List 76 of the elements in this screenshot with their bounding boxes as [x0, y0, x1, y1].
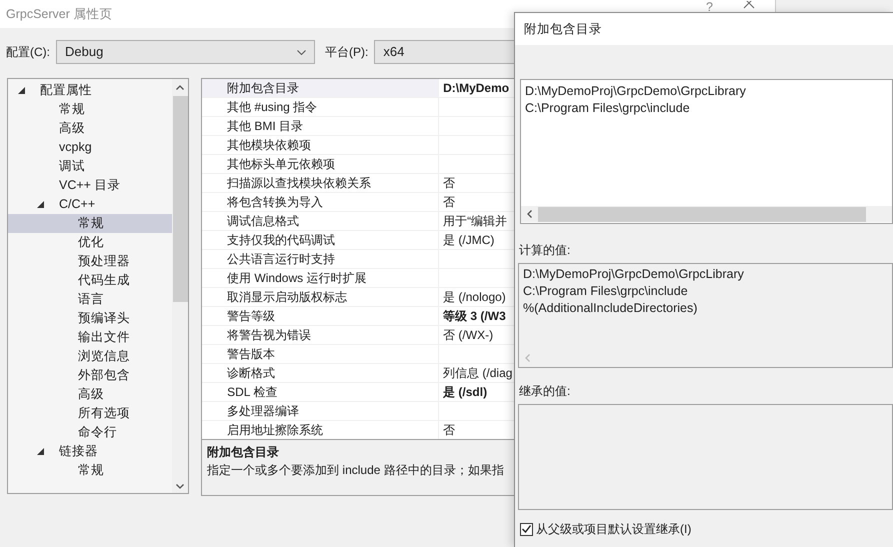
property-name: 将警告视为错误: [227, 327, 312, 344]
dialog-title: 附加包含目录: [515, 13, 893, 45]
property-name: 警告等级: [227, 308, 276, 325]
property-name: 支持仅我的代码调试: [227, 232, 336, 249]
tree-item[interactable]: VC++ 目录: [8, 176, 172, 195]
tree-item[interactable]: 外部包含: [8, 366, 172, 385]
description-title: 附加包含目录: [207, 444, 280, 461]
platform-label: 平台(P):: [325, 44, 368, 61]
expanded-arrow-icon[interactable]: [37, 448, 44, 455]
tree-item[interactable]: 预处理器: [8, 252, 172, 271]
property-value: 是 (/JMC): [443, 232, 494, 249]
property-name: 取消显示启动版权标志: [227, 289, 348, 306]
tree-item[interactable]: 常规: [8, 214, 172, 233]
tree-item[interactable]: 配置属性: [8, 81, 172, 100]
tree-item[interactable]: 常规: [8, 461, 172, 480]
property-name: 其他模块依赖项: [227, 137, 312, 154]
property-value: 是 (/nologo): [443, 289, 506, 306]
computed-value-line: D:\MyDemoProj\GrpcDemo\GrpcLibrary: [522, 266, 745, 283]
property-value: 否: [443, 422, 456, 439]
property-name: 调试信息格式: [227, 213, 300, 230]
tree-item[interactable]: 所有选项: [8, 404, 172, 423]
scroll-down-icon[interactable]: [176, 484, 184, 489]
scroll-up-icon[interactable]: [176, 85, 184, 90]
property-name: 多处理器编译: [227, 403, 300, 420]
expanded-arrow-icon[interactable]: [37, 201, 44, 208]
description-text: 指定一个或多个要添加到 include 路径中的目录；如果指: [207, 462, 505, 479]
chevron-icon: [297, 50, 306, 54]
tree-item[interactable]: 高级: [8, 385, 172, 404]
tree-item[interactable]: C/C++: [8, 195, 172, 214]
property-name: 附加包含目录: [227, 80, 300, 97]
tree-item[interactable]: 高级: [8, 119, 172, 138]
inherited-values-label: 继承的值:: [519, 383, 572, 400]
scroll-thumb[interactable]: [538, 206, 866, 222]
tree-item[interactable]: 输出文件: [8, 328, 172, 347]
close-icon[interactable]: [743, 1, 755, 9]
inherit-checkbox[interactable]: 从父级或项目默认设置继承(I): [520, 520, 893, 538]
property-name: 将包含转换为导入: [227, 194, 324, 211]
tree-item[interactable]: 代码生成: [8, 271, 172, 290]
expanded-arrow-icon[interactable]: [18, 87, 25, 94]
property-value: 列信息 (/diag: [443, 365, 512, 382]
tree-item[interactable]: 预编译头: [8, 309, 172, 328]
property-name: 启用地址擦除系统: [227, 422, 324, 439]
scroll-thumb[interactable]: [172, 96, 188, 302]
property-name: SDL 检查: [227, 384, 278, 401]
tree-item[interactable]: 链接器: [8, 442, 172, 461]
tree-item[interactable]: 语言: [8, 290, 172, 309]
property-value: 否 (/WX-): [443, 327, 494, 344]
property-value: D:\MyDemo: [443, 80, 510, 97]
tree-item[interactable]: 调试: [8, 157, 172, 176]
property-value: 是 (/sdl): [443, 384, 488, 401]
config-label: 配置(C):: [6, 44, 50, 61]
property-value: 等级 3 (/W3: [443, 308, 506, 325]
configuration-dropdown[interactable]: Debug: [56, 40, 315, 64]
checkbox[interactable]: [520, 522, 533, 536]
tree-item[interactable]: 优化: [8, 233, 172, 252]
checkmark-icon: [522, 525, 531, 533]
horizontal-scrollbar[interactable]: [521, 206, 892, 222]
property-value: 否: [443, 175, 456, 192]
window-title: GrpcServer 属性页: [6, 6, 112, 23]
property-value: 否: [443, 194, 456, 211]
property-name: 其他 BMI 目录: [227, 118, 304, 135]
property-name: 公共语言运行时支持: [227, 251, 336, 268]
scrollbar[interactable]: [172, 79, 188, 493]
tree-item[interactable]: 命令行: [8, 423, 172, 442]
property-name: 其他 #using 指令: [227, 99, 318, 116]
property-name: 扫描源以查找模块依赖关系: [227, 175, 372, 192]
property-value: 用于“编辑并: [443, 213, 508, 230]
property-name: 警告版本: [227, 346, 276, 363]
tree-item[interactable]: 浏览信息: [8, 347, 172, 366]
scroll-left-icon[interactable]: [527, 210, 532, 218]
property-name: 其他标头单元依赖项: [227, 156, 336, 173]
tree-item[interactable]: vcpkg: [8, 138, 172, 157]
property-name: 使用 Windows 运行时扩展: [227, 270, 366, 287]
property-name: 诊断格式: [227, 365, 276, 382]
tree-item[interactable]: 常规: [8, 100, 172, 119]
directory-list[interactable]: D:\MyDemoProj\GrpcDemo\GrpcLibrary C:\Program Files\grpc\include: [520, 79, 893, 224]
